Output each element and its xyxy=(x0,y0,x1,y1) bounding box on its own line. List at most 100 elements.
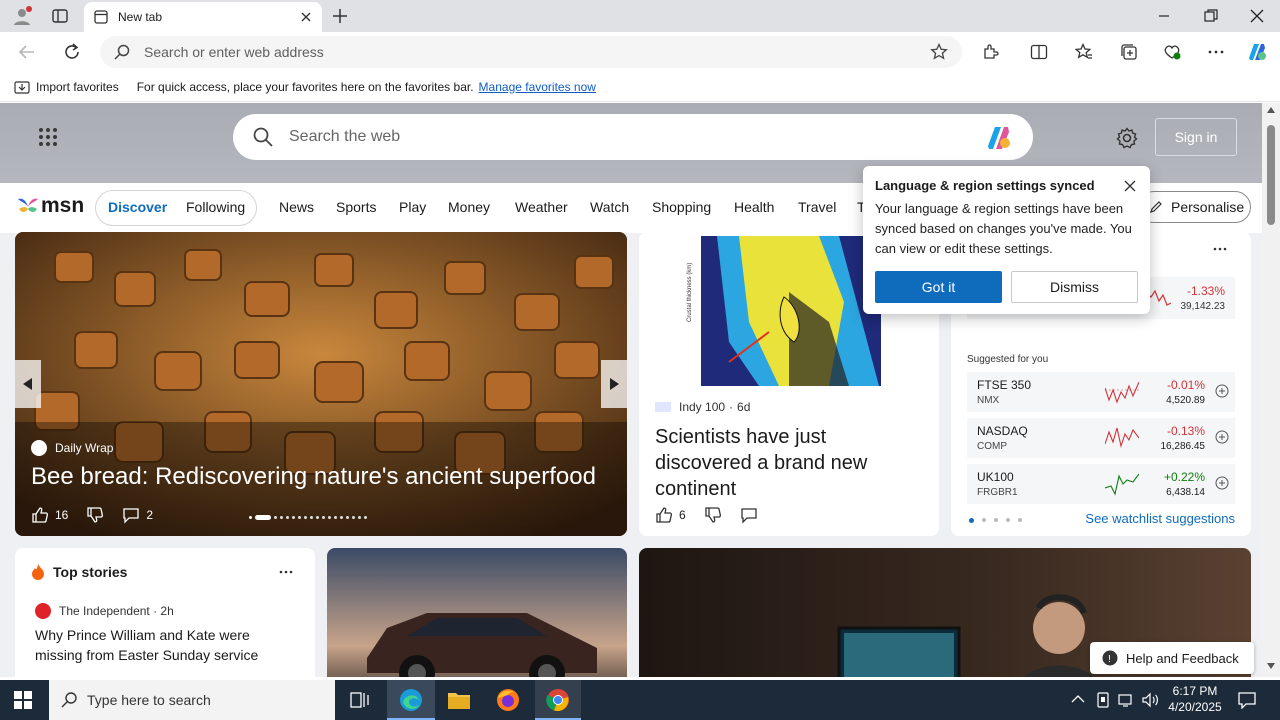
nav-play[interactable]: Play xyxy=(399,199,426,215)
sign-in-button[interactable]: Sign in xyxy=(1155,118,1237,156)
extensions-icon[interactable] xyxy=(982,43,1000,61)
system-clock[interactable]: 6:17 PM 4/20/2025 xyxy=(1166,683,1224,715)
nav-travel[interactable]: Travel xyxy=(798,199,836,215)
scroll-down-icon[interactable] xyxy=(1267,663,1275,669)
device-icon[interactable] xyxy=(1096,692,1110,708)
import-favorites-button[interactable]: Import favorites xyxy=(36,80,119,94)
help-feedback-button[interactable]: ! Help and Feedback xyxy=(1090,642,1254,674)
more-options-icon[interactable] xyxy=(279,570,293,574)
split-screen-icon[interactable] xyxy=(1030,43,1048,61)
favorites-icon[interactable] xyxy=(1075,43,1093,61)
clock-time: 6:17 PM xyxy=(1172,684,1218,698)
nav-weather[interactable]: Weather xyxy=(515,199,568,215)
browser-essentials-icon[interactable] xyxy=(1163,43,1181,61)
watchlist-item[interactable]: FTSE 350 NMX -0.01% 4,520.89 xyxy=(967,372,1235,412)
story-source[interactable]: Indy 100 · 6d xyxy=(655,400,750,414)
got-it-button[interactable]: Got it xyxy=(875,271,1002,303)
tab-actions-icon[interactable] xyxy=(52,8,68,24)
like-icon[interactable] xyxy=(31,506,49,524)
refresh-icon[interactable] xyxy=(63,43,81,61)
import-favorites-icon[interactable] xyxy=(14,79,30,95)
tab-following[interactable]: Following xyxy=(186,199,245,215)
nav-sports[interactable]: Sports xyxy=(336,199,376,215)
windows-start-icon[interactable] xyxy=(14,691,32,709)
apps-grid-icon[interactable] xyxy=(38,127,58,147)
top-story-headline[interactable]: Why Prince William and Kate were missing… xyxy=(35,625,295,665)
favorite-star-icon[interactable] xyxy=(930,43,948,61)
back-icon[interactable] xyxy=(18,43,36,61)
ticker-code: COMP xyxy=(977,441,1007,452)
nav-watch[interactable]: Watch xyxy=(590,199,629,215)
dislike-icon[interactable] xyxy=(704,506,722,524)
address-bar[interactable]: Search or enter web address xyxy=(100,36,962,68)
watchlist-item[interactable]: UK100 FRGBR1 +0.22% 6,438.14 xyxy=(967,464,1235,504)
collections-icon[interactable] xyxy=(1120,43,1138,61)
task-view-icon[interactable] xyxy=(350,691,370,709)
close-popup-icon[interactable] xyxy=(1124,180,1136,192)
tab-discover[interactable]: Discover xyxy=(108,199,167,215)
chrome-icon xyxy=(546,689,569,712)
ticker-change: -0.13% xyxy=(1166,424,1205,438)
close-tab-icon[interactable] xyxy=(300,11,312,23)
top-story-source[interactable]: The Independent · 2h xyxy=(35,603,174,619)
tab-new-tab[interactable]: New tab xyxy=(84,2,322,32)
hero-story-card[interactable]: Daily Wrap Bee bread: Rediscovering natu… xyxy=(15,232,627,536)
dismiss-button[interactable]: Dismiss xyxy=(1011,271,1138,303)
file-explorer-icon[interactable] xyxy=(447,689,471,711)
manage-favorites-link[interactable]: Manage favorites now xyxy=(479,80,596,94)
chrome-taskbar-button[interactable] xyxy=(535,680,581,720)
taskbar-search-input[interactable]: Type here to search xyxy=(49,680,335,720)
page-scrollbar[interactable] xyxy=(1262,103,1280,677)
tab-title: New tab xyxy=(118,10,163,24)
carousel-dots[interactable] xyxy=(249,515,367,520)
ad-image-card[interactable] xyxy=(327,548,627,677)
comment-icon[interactable] xyxy=(740,506,758,524)
hero-source[interactable]: Daily Wrap xyxy=(31,440,113,456)
nav-money[interactable]: Money xyxy=(448,199,490,215)
top-story-source-name: The Independent · 2h xyxy=(59,604,174,618)
show-hidden-icons-icon[interactable] xyxy=(1071,694,1085,704)
scrollbar-thumb[interactable] xyxy=(1267,125,1275,225)
watchlist-item[interactable]: NASDAQ COMP -0.13% 16,286.45 xyxy=(967,418,1235,458)
msn-logo[interactable]: msn xyxy=(16,194,84,218)
minimize-icon[interactable] xyxy=(1158,10,1170,22)
network-icon[interactable] xyxy=(1118,692,1136,708)
like-icon[interactable] xyxy=(655,506,673,524)
personalise-label: Personalise xyxy=(1171,199,1245,215)
more-options-icon[interactable] xyxy=(1213,247,1227,251)
notifications-icon[interactable] xyxy=(1238,691,1256,709)
help-feedback-label: Help and Feedback xyxy=(1126,650,1239,666)
scroll-up-icon[interactable] xyxy=(1267,107,1275,113)
flame-icon xyxy=(31,564,45,580)
volume-icon[interactable] xyxy=(1142,692,1160,708)
comment-icon[interactable] xyxy=(122,506,140,524)
settings-gear-icon[interactable] xyxy=(1116,127,1138,149)
carousel-next-button[interactable] xyxy=(601,360,627,408)
close-window-icon[interactable] xyxy=(1250,9,1264,23)
restore-icon[interactable] xyxy=(1204,9,1218,23)
watchlist-pager-dots[interactable] xyxy=(969,518,1022,523)
search-icon xyxy=(114,44,130,60)
hero-headline[interactable]: Bee bread: Rediscovering nature's ancien… xyxy=(31,463,596,491)
more-options-icon[interactable] xyxy=(1207,43,1225,61)
add-to-watchlist-icon[interactable] xyxy=(1215,476,1229,490)
nav-health[interactable]: Health xyxy=(734,199,774,215)
story-headline[interactable]: Scientists have just discovered a brand … xyxy=(655,424,925,502)
carousel-prev-button[interactable] xyxy=(15,360,41,408)
top-stories-header: Top stories xyxy=(31,564,127,580)
dislike-icon[interactable] xyxy=(86,506,104,524)
new-tab-button[interactable] xyxy=(332,8,348,24)
watchlist-suggestions-link[interactable]: See watchlist suggestions xyxy=(1085,511,1235,526)
profile-icon[interactable] xyxy=(12,6,32,26)
edge-taskbar-button[interactable] xyxy=(387,680,435,720)
add-to-watchlist-icon[interactable] xyxy=(1215,384,1229,398)
copilot-icon[interactable] xyxy=(983,122,1013,152)
personalise-button[interactable]: Personalise xyxy=(1138,191,1251,223)
nav-shopping[interactable]: Shopping xyxy=(652,199,711,215)
firefox-icon[interactable] xyxy=(496,688,520,712)
add-to-watchlist-icon[interactable] xyxy=(1215,430,1229,444)
search-icon xyxy=(61,692,77,708)
web-search-input[interactable]: Search the web xyxy=(233,114,1033,160)
copilot-icon[interactable] xyxy=(1245,40,1269,64)
nav-news[interactable]: News xyxy=(279,199,314,215)
